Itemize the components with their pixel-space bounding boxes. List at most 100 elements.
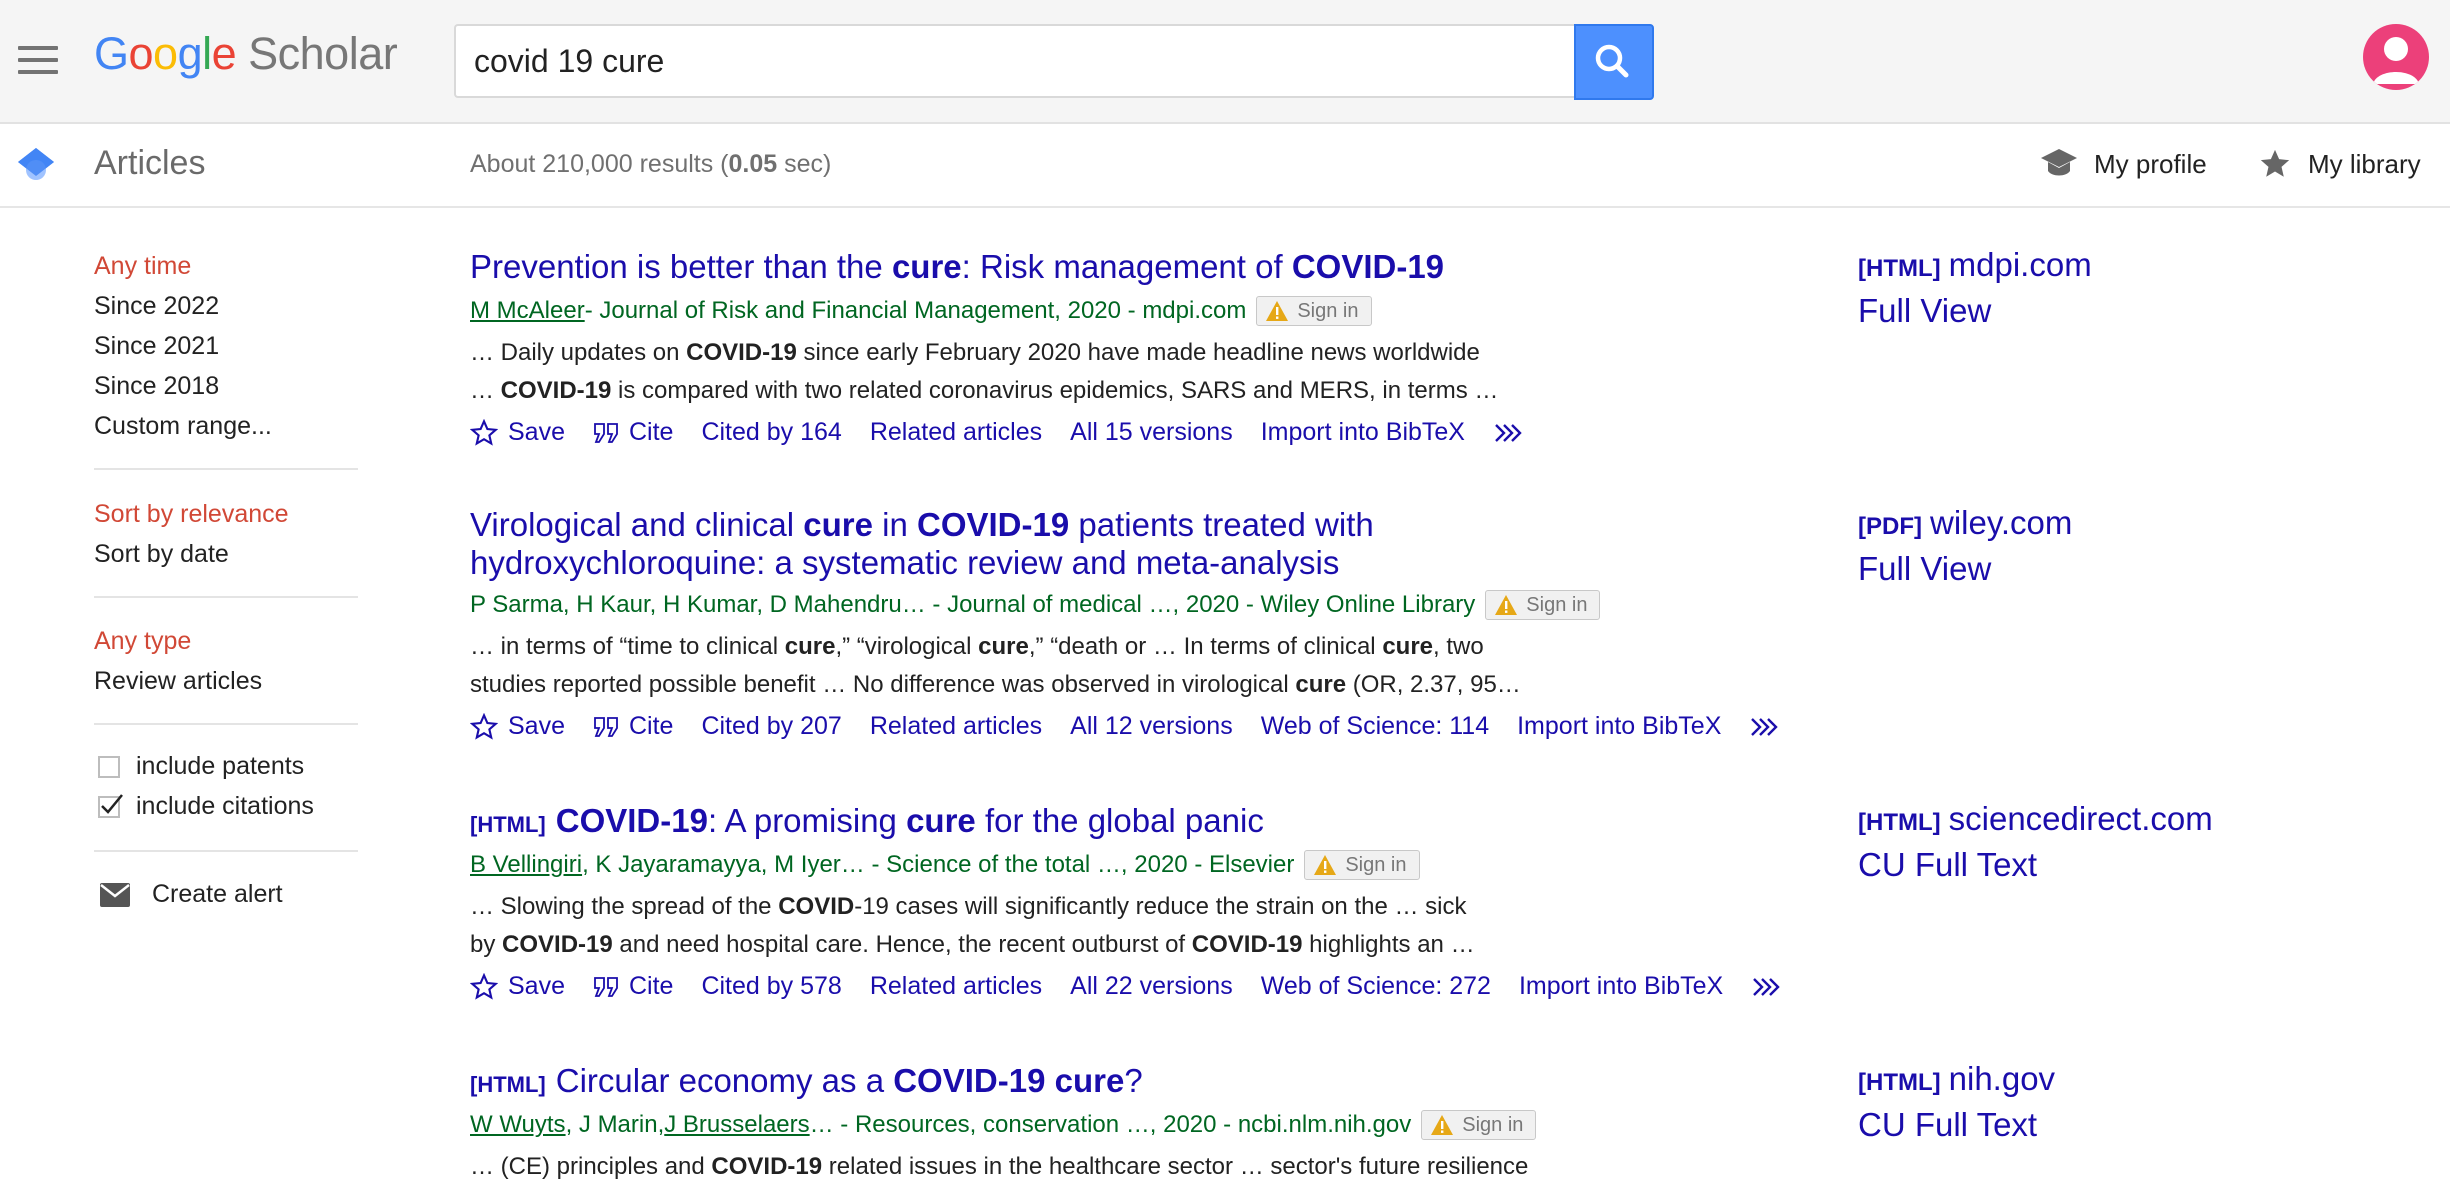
fulltext-tag: [PDF] — [1858, 513, 1922, 540]
include-citations-label[interactable]: include citations — [136, 792, 314, 821]
sort-by-date[interactable]: Sort by date — [94, 540, 229, 569]
web-of-science-link[interactable]: Web of Science: 272 — [1261, 972, 1491, 1001]
import-bibtex-link[interactable]: Import into BibTeX — [1519, 972, 1723, 1001]
sign-in-button[interactable]: Sign in — [1256, 296, 1372, 326]
cite-button[interactable]: Cite — [593, 418, 673, 447]
more-options-button[interactable] — [1749, 716, 1789, 738]
scholar-cap-icon — [18, 148, 54, 180]
snippet-text: and need hospital care. Hence, the recen… — [612, 931, 1192, 958]
full-text-link[interactable]: CU Full Text — [1858, 1106, 2055, 1144]
filter-since-2022[interactable]: Since 2022 — [94, 292, 219, 321]
related-articles-link[interactable]: Related articles — [870, 972, 1042, 1001]
sign-in-button[interactable]: Sign in — [1304, 850, 1420, 880]
author-link[interactable]: B Vellingiri — [470, 851, 582, 879]
title-bold: cure — [906, 802, 976, 839]
result-title[interactable]: Virological and clinical cure in COVID-1… — [470, 506, 1374, 582]
meta-text: , J Marin, — [565, 1111, 665, 1138]
cite-button[interactable]: Cite — [593, 972, 673, 1001]
more-options-button[interactable] — [1493, 422, 1533, 444]
save-button[interactable]: Save — [470, 418, 565, 447]
quote-icon — [594, 716, 618, 737]
results-subbar: Articles About 210,000 results (0.05 sec… — [0, 124, 2450, 208]
sort-by-relevance[interactable]: Sort by relevance — [94, 500, 289, 529]
sign-in-label: Sign in — [1526, 593, 1588, 616]
fulltext-link[interactable]: [HTML] sciencedirect.com — [1858, 800, 2213, 838]
account-avatar[interactable] — [2363, 24, 2429, 90]
more-options-button[interactable] — [1751, 976, 1791, 998]
full-view-link[interactable]: Full View — [1858, 550, 2072, 588]
snippet-bold: COVID-19 — [500, 377, 612, 404]
cited-by-link[interactable]: Cited by 578 — [701, 972, 841, 1001]
star-outline-icon — [470, 712, 498, 740]
full-view-link[interactable]: Full View — [1858, 292, 2092, 330]
import-bibtex-link[interactable]: Import into BibTeX — [1517, 712, 1721, 741]
all-versions-link[interactable]: All 12 versions — [1070, 712, 1233, 741]
logo-scholar-text: Scholar — [248, 28, 398, 79]
sign-in-button[interactable]: Sign in — [1485, 590, 1601, 620]
header-bar: Google Scholar — [0, 0, 2450, 124]
filter-custom-range[interactable]: Custom range... — [94, 412, 272, 441]
save-button[interactable]: Save — [470, 712, 565, 741]
include-patents-label[interactable]: include patents — [136, 752, 304, 781]
filter-since-2021[interactable]: Since 2021 — [94, 332, 219, 361]
include-citations-checkbox[interactable] — [98, 794, 123, 818]
related-articles-link[interactable]: Related articles — [870, 418, 1042, 447]
result-meta: W Wuyts, J Marin, J Brusselaers… - Resou… — [470, 1110, 1537, 1140]
result-title[interactable]: [HTML] COVID-19: A promising cure for the… — [470, 802, 1264, 844]
section-articles-label: Articles — [94, 144, 206, 182]
format-tag: [HTML] — [470, 1072, 546, 1097]
user-icon — [2373, 37, 2419, 84]
related-articles-link[interactable]: Related articles — [870, 712, 1042, 741]
fulltext-link[interactable]: [HTML] mdpi.com — [1858, 246, 2092, 284]
filter-any-time[interactable]: Any time — [94, 252, 191, 281]
sidebar-divider — [94, 596, 358, 598]
title-text: Prevention is better than the — [470, 248, 892, 285]
snippet-bold: COVID-19 — [1191, 931, 1303, 958]
quote-icon — [594, 422, 618, 443]
my-library-link[interactable]: My library — [2258, 142, 2421, 186]
include-patents-checkbox[interactable] — [98, 756, 120, 778]
result-actions: Save Cite Cited by 207 Related articles … — [470, 712, 1817, 741]
title-bold: cure — [803, 506, 873, 543]
cited-by-link[interactable]: Cited by 207 — [701, 712, 841, 741]
my-profile-link[interactable]: My profile — [2040, 142, 2207, 186]
double-chevron-icon — [1751, 717, 1779, 736]
full-text-link[interactable]: CU Full Text — [1858, 846, 2213, 884]
save-button[interactable]: Save — [470, 972, 565, 1001]
google-scholar-logo[interactable]: Google Scholar — [94, 28, 398, 80]
fulltext-link[interactable]: [PDF] wiley.com — [1858, 504, 2072, 542]
sidebar-divider — [94, 468, 358, 470]
web-of-science-link[interactable]: Web of Science: 114 — [1261, 712, 1489, 741]
title-text: : A promising — [707, 802, 907, 839]
search-input[interactable] — [474, 26, 1554, 96]
cite-button[interactable]: Cite — [593, 712, 673, 741]
import-bibtex-link[interactable]: Import into BibTeX — [1261, 418, 1465, 447]
title-text: in — [872, 506, 917, 543]
author-link[interactable]: W Wuyts — [470, 1111, 566, 1139]
author-link[interactable]: M McAleer — [470, 297, 585, 325]
warning-icon — [1314, 855, 1337, 875]
all-versions-link[interactable]: All 15 versions — [1070, 418, 1233, 447]
result-snippet: … (CE) principles and COVID-19 related i… — [470, 1148, 1770, 1186]
all-versions-link[interactable]: All 22 versions — [1070, 972, 1233, 1001]
sign-in-button[interactable]: Sign in — [1421, 1110, 1537, 1140]
fulltext-link[interactable]: [HTML] nih.gov — [1858, 1060, 2055, 1098]
envelope-icon — [100, 882, 130, 907]
filter-any-type[interactable]: Any type — [94, 627, 191, 656]
result-actions: Save Cite Cited by 164 Related articles … — [470, 418, 1561, 447]
result-title[interactable]: [HTML] Circular economy as a COVID-19 cur… — [470, 1062, 1143, 1104]
filter-since-2018[interactable]: Since 2018 — [94, 372, 219, 401]
save-label: Save — [508, 972, 565, 1000]
search-button[interactable] — [1574, 24, 1654, 100]
author-link[interactable]: J Brusselaers — [664, 1111, 809, 1139]
cited-by-link[interactable]: Cited by 164 — [701, 418, 841, 447]
title-text: ? — [1124, 1062, 1143, 1099]
filter-review-articles[interactable]: Review articles — [94, 667, 262, 696]
hamburger-menu-icon[interactable] — [18, 44, 58, 76]
save-label: Save — [508, 712, 565, 740]
result-title[interactable]: Prevention is better than the cure: Risk… — [470, 248, 1444, 286]
title-text: : Risk management of — [961, 248, 1292, 285]
search-box[interactable] — [454, 24, 1574, 98]
create-alert-link[interactable]: Create alert — [100, 880, 283, 909]
snippet-text: ,” “virological — [835, 633, 979, 660]
